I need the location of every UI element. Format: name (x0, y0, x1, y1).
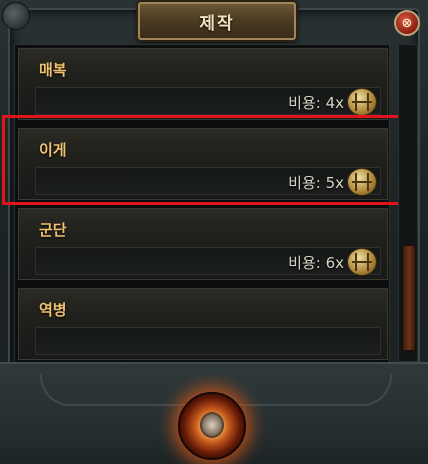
recipe-name: 역병 (39, 301, 67, 319)
gold-coin-icon (347, 248, 377, 276)
gold-coin-icon (347, 88, 377, 116)
gold-coin-icon (347, 168, 377, 196)
recipe-item[interactable]: 군단 비용: 6x (18, 208, 388, 280)
close-button[interactable]: ⊗ (394, 10, 420, 36)
window-title-plate: 제작 (138, 2, 296, 40)
recipe-cost-bar: 비용: 4x (35, 87, 381, 116)
craft-button[interactable] (178, 392, 246, 460)
recipe-cost-bar (35, 327, 381, 355)
list-scrollbar[interactable] (398, 44, 418, 362)
crafting-window: 제작 ⊗ 매복 비용: 4x 이게 비용: 5x 군단 비용: 6x 역병 (0, 0, 428, 464)
recipe-name: 이게 (39, 141, 67, 159)
recipe-item[interactable]: 이게 비용: 5x (18, 128, 388, 200)
recipe-item[interactable]: 역병 (18, 288, 388, 360)
recipe-cost-bar: 비용: 6x (35, 247, 381, 276)
recipe-name: 군단 (39, 221, 67, 239)
close-icon: ⊗ (401, 15, 413, 31)
window-title: 제작 (199, 13, 235, 34)
recipe-cost: 비용: 5x (288, 174, 344, 192)
recipe-name: 매복 (39, 61, 67, 79)
scrollbar-thumb[interactable] (402, 245, 416, 351)
recipe-cost: 비용: 4x (288, 94, 344, 112)
recipe-cost-bar: 비용: 5x (35, 167, 381, 196)
recipe-item[interactable]: 매복 비용: 4x (18, 48, 388, 120)
recipe-cost: 비용: 6x (288, 254, 344, 272)
corner-ornament-icon (2, 2, 30, 30)
